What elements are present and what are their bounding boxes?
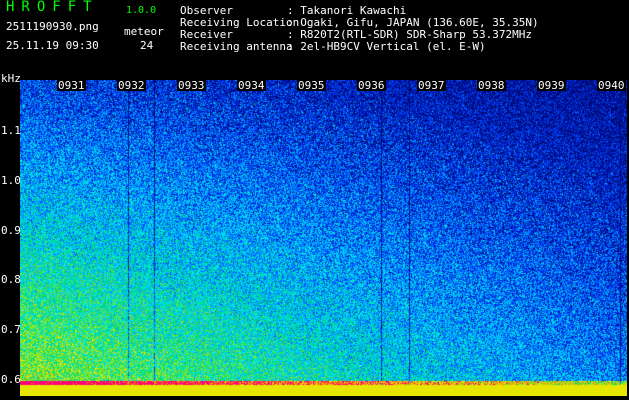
info-value-antenna: : 2el-HB9CV Vertical (el. E-W) — [287, 40, 486, 53]
x-tick-label: 0932 — [117, 79, 146, 92]
y-tick-label: 1.0 — [1, 174, 21, 187]
y-tick-label: 0.9 — [1, 224, 21, 237]
y-axis-unit: kHz — [1, 72, 21, 85]
y-tick-label: 1.1 — [1, 124, 21, 137]
x-tick-label: 0940 — [597, 79, 626, 92]
x-tick-label: 0934 — [237, 79, 266, 92]
app-title: HROFFT — [6, 0, 99, 15]
x-tick-label: 0936 — [357, 79, 386, 92]
meteor-count: 24 — [140, 39, 154, 52]
x-tick-label: 0937 — [417, 79, 446, 92]
date-time: 25.11.19 09:30 — [6, 39, 99, 52]
file-name: 2511190930.png — [6, 20, 99, 33]
y-tick-label: 0.7 — [1, 323, 21, 336]
x-tick-label: 0935 — [297, 79, 326, 92]
y-tick-label: 0.8 — [1, 273, 21, 286]
x-tick-label: 0938 — [477, 79, 506, 92]
x-tick-label: 0933 — [177, 79, 206, 92]
meteor-label: meteor — [124, 25, 164, 38]
app-version: 1.0.0 — [126, 5, 157, 16]
x-tick-label: 0931 — [57, 79, 86, 92]
y-tick-label: 0.6 — [1, 373, 21, 386]
info-key-antenna: Receiving antenna — [180, 40, 293, 53]
spectrogram-plot — [20, 80, 627, 396]
x-tick-label: 0939 — [537, 79, 566, 92]
